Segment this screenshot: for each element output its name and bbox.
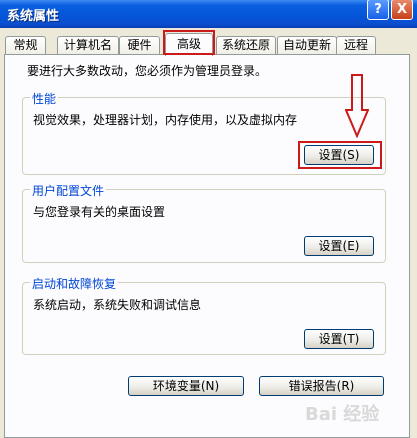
startup-recovery-title: 启动和故障恢复 — [30, 275, 119, 292]
error-reporting-button[interactable]: 错误报告(R) — [259, 376, 384, 396]
user-profiles-title: 用户配置文件 — [30, 182, 107, 199]
performance-title: 性能 — [30, 90, 59, 107]
user-profiles-description: 与您登录有关的桌面设置 — [33, 205, 166, 219]
performance-description: 视觉效果，处理器计划，内存使用，以及虚拟内存 — [33, 113, 298, 127]
settings-highlight-box — [298, 141, 382, 169]
close-button[interactable]: X — [391, 0, 413, 20]
title-bar: 系统属性 ? X — [0, 0, 417, 28]
help-button[interactable]: ? — [367, 0, 389, 20]
tab-remote[interactable]: 远程 — [336, 36, 376, 54]
tab-automatic-updates[interactable]: 自动更新 — [277, 36, 337, 54]
tab-hardware[interactable]: 硬件 — [119, 36, 160, 54]
startup-recovery-description: 系统启动，系统失败和调试信息 — [33, 298, 202, 312]
tab-computer-name[interactable]: 计算机名 — [57, 36, 119, 54]
startup-recovery-settings-button[interactable]: 设置(T) — [304, 329, 374, 349]
environment-variables-button[interactable]: 环境变量(N) — [128, 376, 244, 396]
admin-notice: 要进行大多数改动，您必须作为管理员登录。 — [27, 64, 268, 78]
tab-general[interactable]: 常规 — [5, 36, 46, 54]
tab-highlight-box — [163, 30, 215, 55]
down-arrow-icon — [345, 74, 369, 138]
user-profiles-settings-button[interactable]: 设置(E) — [304, 236, 374, 256]
tab-system-restore[interactable]: 系统还原 — [216, 36, 276, 54]
window-title: 系统属性 — [7, 9, 60, 24]
watermark-text: Bai 经验 — [305, 404, 380, 425]
